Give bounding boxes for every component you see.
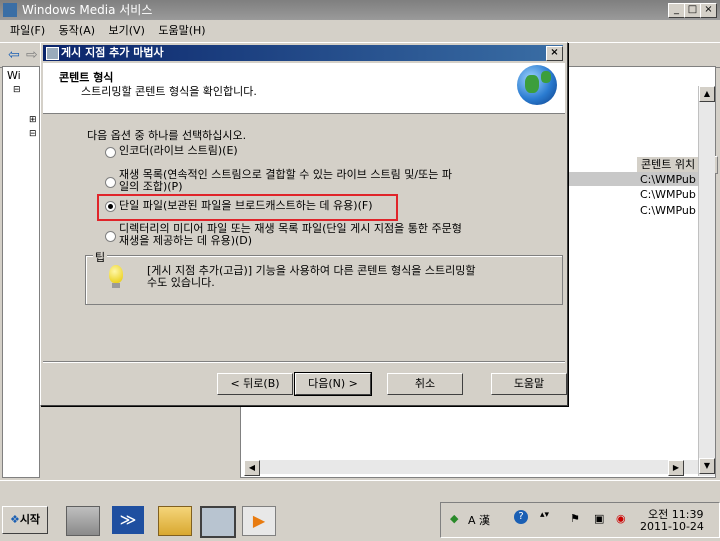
location-cell: C:\WMPub [640,188,696,201]
help-button[interactable]: 도움말 [491,373,567,395]
dialog-icon [46,47,59,60]
tray-expand-icon[interactable]: ▴▾ [540,510,549,520]
scroll-up-icon[interactable]: ▲ [699,86,715,102]
minimize-icon[interactable]: _ [668,3,685,18]
tree-expand-icon[interactable]: ⊞ [29,115,37,125]
powershell-icon[interactable]: ≫ [112,506,144,534]
tree-pane[interactable]: Wi ⊟ ⊞ ⊟ [2,66,40,478]
close-icon[interactable]: × [700,3,717,18]
location-cell: C:\WMPub [640,204,696,217]
back-button[interactable]: < 뒤로(B) [217,373,293,395]
maximize-icon[interactable]: □ [684,3,701,18]
globe-icon [517,65,557,105]
tip-label: 팁 [93,249,108,265]
radio-encoder[interactable] [105,147,116,158]
help-icon[interactable]: ? [514,510,528,524]
scroll-left-icon[interactable]: ◀ [244,460,260,476]
server-manager-icon[interactable] [66,506,100,536]
back-arrow-icon[interactable]: ⇦ [8,47,20,63]
menu-action[interactable]: 동작(A) [59,24,95,37]
radio-playlist[interactable] [105,177,116,188]
lightbulb-icon [109,265,123,283]
clock-date[interactable]: 2011-10-24 [640,520,704,533]
tree-root[interactable]: Wi [7,69,21,82]
location-cell: C:\WMPub [640,173,696,186]
wizard-dialog: 게시 지점 추가 마법사 × 콘텐트 형식 스트리밍할 콘텐트 형식을 확인합니… [40,42,568,406]
dialog-title-bar[interactable]: 게시 지점 추가 마법사 × [43,45,563,61]
vertical-scrollbar[interactable]: ▲ ▼ [698,86,715,476]
monitor-icon[interactable]: ▣ [594,512,604,525]
app-icon [3,3,17,17]
menu-help[interactable]: 도움말(H) [158,24,205,37]
media-services-icon[interactable] [200,506,236,538]
tree-expand-icon[interactable]: ⊟ [13,85,21,95]
option-playlist-label-line2[interactable]: 일의 조합)(P) [119,181,182,193]
lightbulb-base [112,283,120,288]
flag-icon[interactable]: ⚑ [570,512,580,525]
menu-view[interactable]: 보기(V) [109,24,145,37]
forward-arrow-icon[interactable]: ⇨ [26,47,38,63]
start-label: 시작 [19,513,41,526]
explorer-folder-icon[interactable] [158,506,192,536]
option-encoder-label[interactable]: 인코더(라이브 스트림)(E) [119,145,238,157]
dialog-close-icon[interactable]: × [546,46,563,61]
radio-single-file[interactable] [105,201,116,212]
horizontal-scrollbar[interactable]: ◀ ▶ [244,460,698,476]
options-prompt: 다음 옵션 중 하나를 선택하십시오. [87,129,247,142]
menu-file[interactable]: 파일(F) [10,24,45,37]
media-player-icon[interactable]: ▶ [242,506,276,536]
volume-icon[interactable]: ◉ [616,512,626,525]
tip-text-line2: 수도 있습니다. [147,276,215,289]
menu-bar: 파일(F) 동작(A) 보기(V) 도움말(H) [0,22,720,40]
tip-text: [게시 지점 추가(고급)] 기능을 사용하여 다른 콘텐트 형식을 스트리밍할… [147,265,476,289]
button-separator [43,361,565,363]
ime-indicator[interactable]: A 漢 [468,512,490,528]
main-window-title: Windows Media 서비스 [22,3,153,17]
option-directory-label-line2[interactable]: 재생을 제공하는 데 유용)(D) [119,235,252,247]
next-button[interactable]: 다음(N) > [294,372,372,396]
option-single-file-label[interactable]: 단일 파일(보관된 파일을 브로드캐스트하는 데 유용)(F) [119,200,373,212]
radio-directory[interactable] [105,231,116,242]
dialog-title: 게시 지점 추가 마법사 [61,46,164,59]
windows-logo-icon: ❖ [9,513,20,526]
network-icon[interactable]: ◆ [450,512,458,525]
tree-collapse-icon[interactable]: ⊟ [29,129,37,139]
start-button[interactable]: ❖시작 [2,506,48,534]
main-title-bar[interactable]: Windows Media 서비스 _ □ × [0,0,720,20]
scroll-down-icon[interactable]: ▼ [699,458,715,474]
scroll-right-icon[interactable]: ▶ [668,460,684,476]
cancel-button[interactable]: 취소 [387,373,463,395]
header-subtitle: 스트리밍할 콘텐트 형식을 확인합니다. [81,85,257,98]
